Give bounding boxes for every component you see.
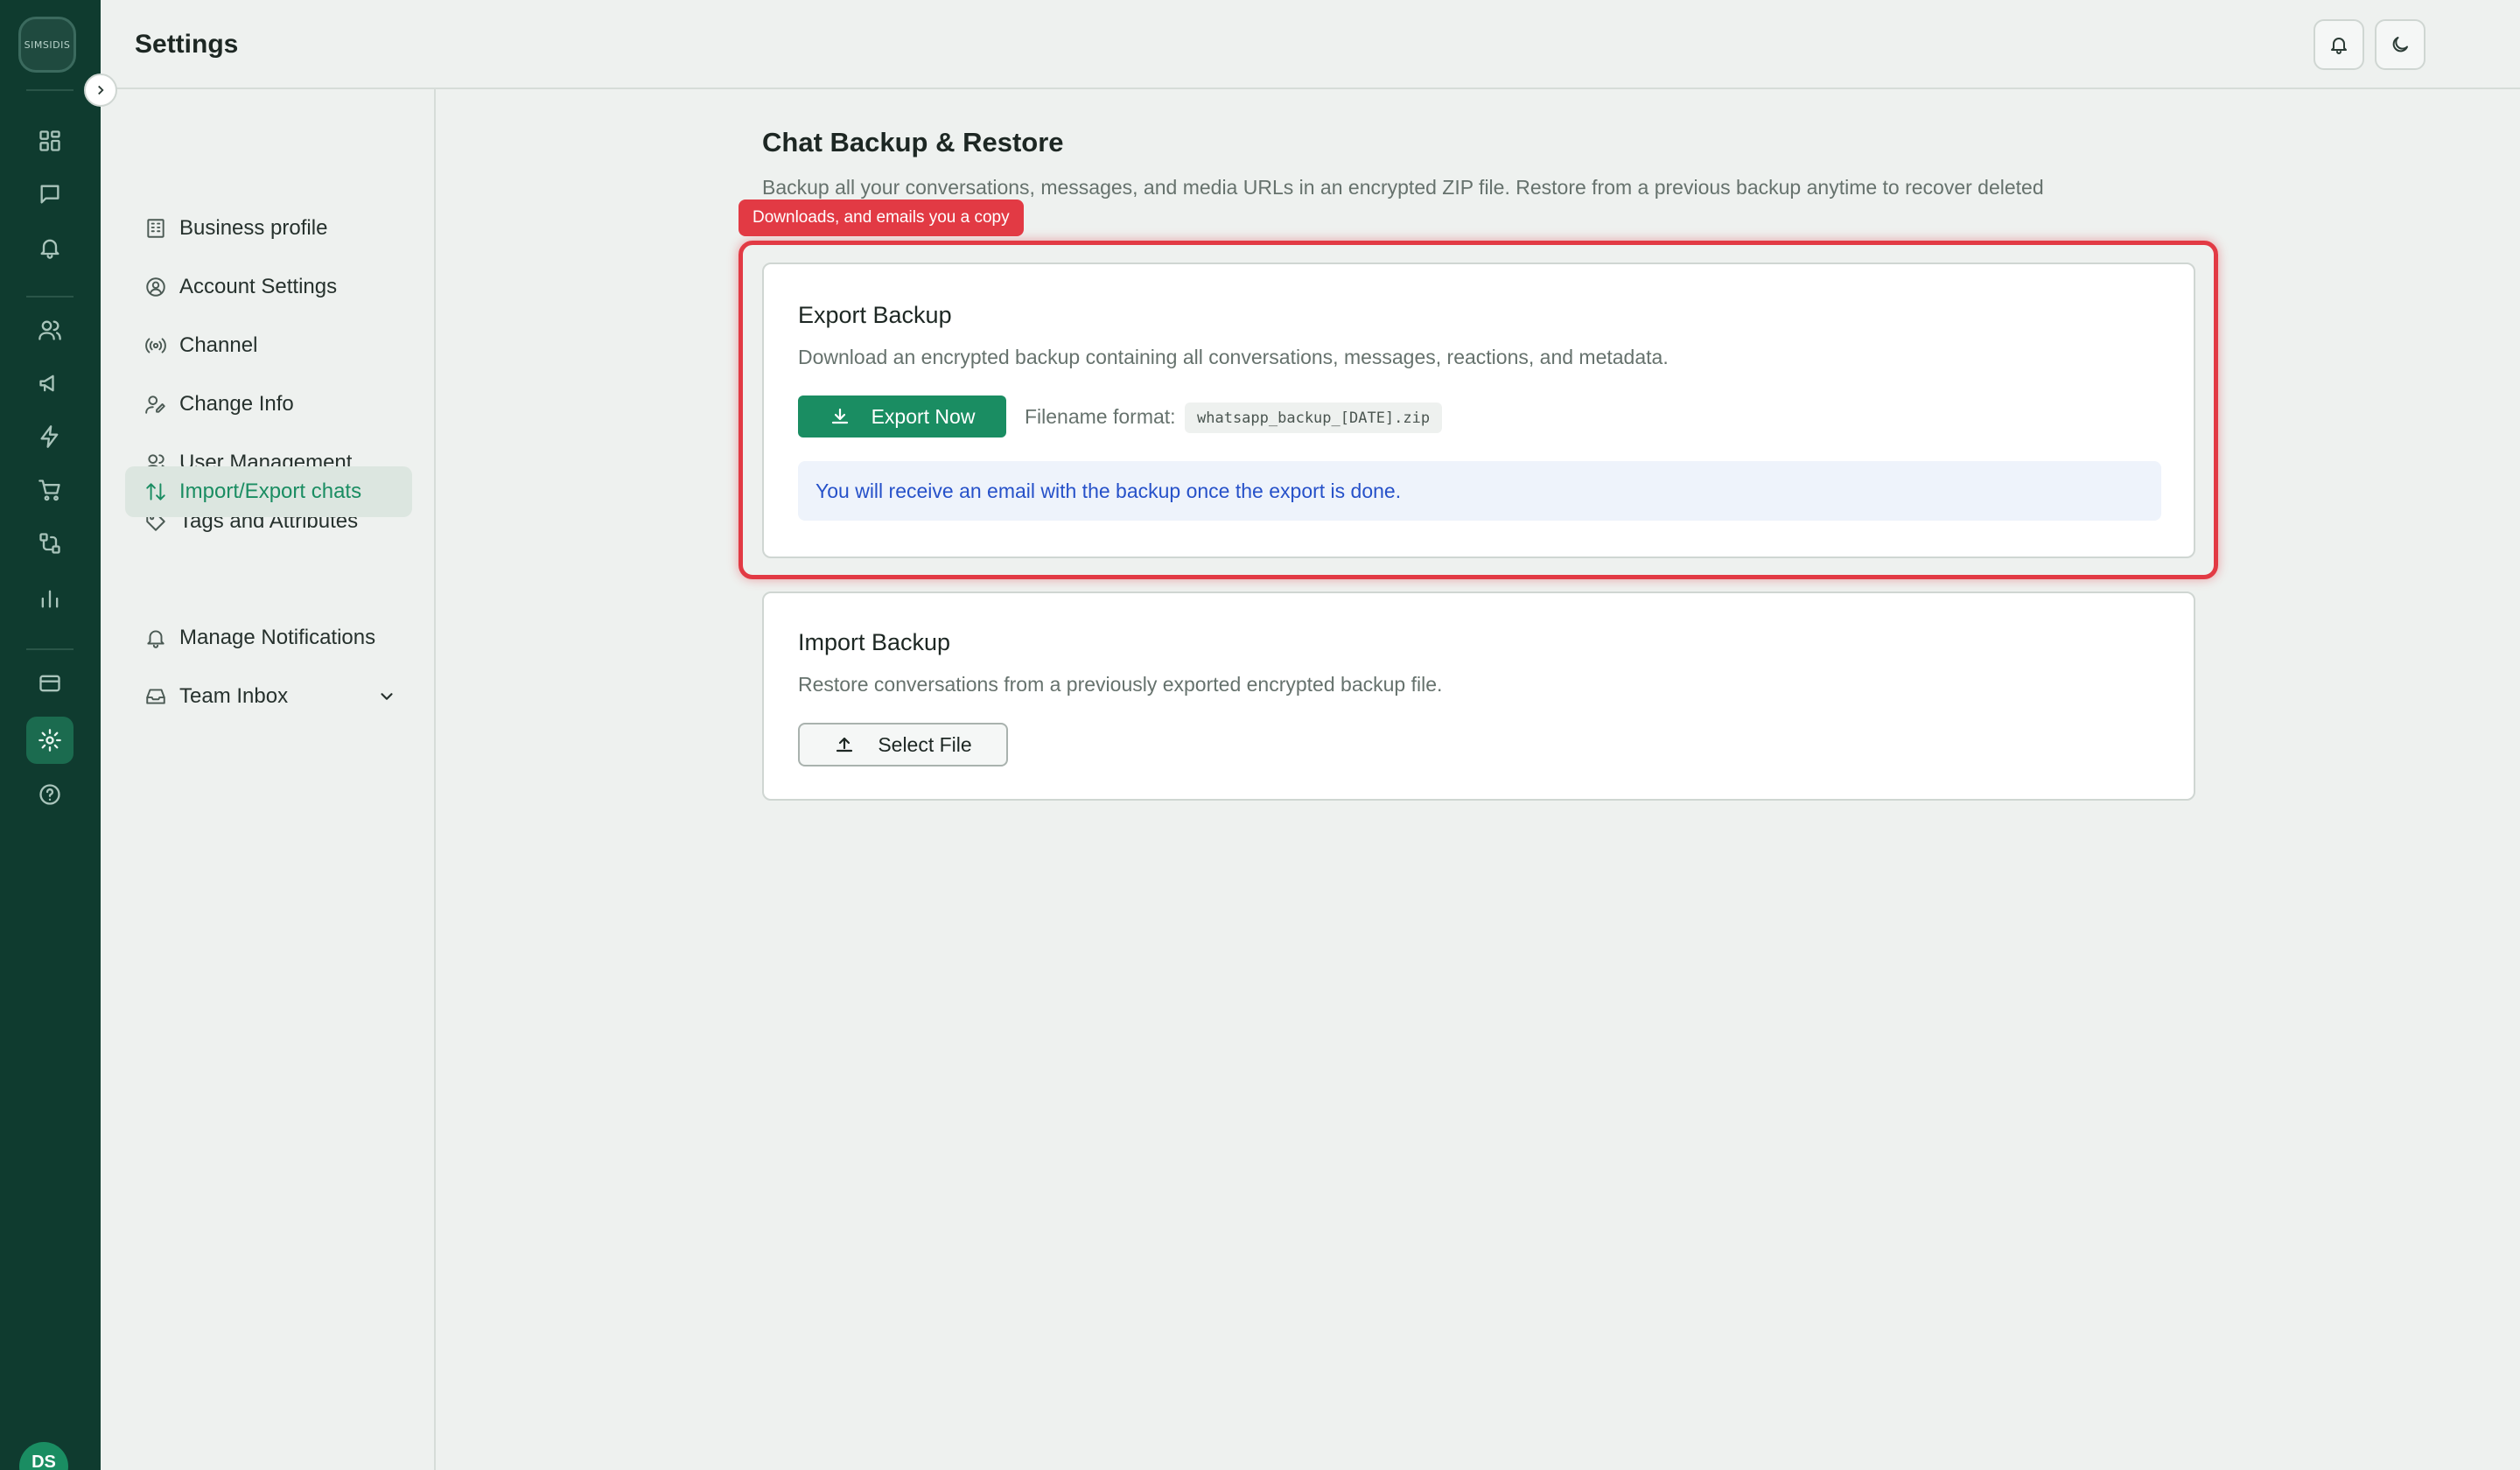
contacts-icon[interactable] bbox=[30, 310, 70, 350]
rail-divider bbox=[26, 648, 74, 650]
megaphone-icon[interactable] bbox=[30, 363, 70, 403]
page-title: Settings bbox=[135, 30, 239, 59]
chevron-right-icon bbox=[98, 85, 104, 95]
user-edit-icon bbox=[145, 396, 165, 414]
chat-icon[interactable] bbox=[30, 174, 70, 214]
sidebar-item-label: Import/Export chats bbox=[179, 480, 362, 503]
sidebar-item-label: Team Inbox bbox=[179, 684, 289, 708]
building-icon bbox=[147, 219, 164, 238]
bell-icon[interactable] bbox=[30, 228, 70, 268]
sidebar-item-label: Channel bbox=[179, 333, 258, 357]
theme-toggle-button[interactable] bbox=[2375, 19, 2426, 70]
lightning-icon[interactable] bbox=[30, 416, 70, 457]
chevron-down-icon[interactable] bbox=[377, 687, 396, 706]
billing-icon[interactable] bbox=[30, 663, 70, 704]
cart-icon[interactable] bbox=[30, 470, 70, 510]
sidebar-item-manage-notifications[interactable]: Manage Notifications bbox=[125, 612, 412, 663]
user-circle-icon bbox=[146, 277, 165, 297]
section-title: Chat Backup & Restore bbox=[762, 127, 1064, 158]
inbox-icon bbox=[146, 689, 165, 704]
sidebar-item-label: Business profile bbox=[179, 216, 328, 240]
notifications-button[interactable] bbox=[2314, 19, 2364, 70]
sidebar-item-account-settings[interactable]: Account Settings bbox=[125, 262, 412, 312]
user-avatar[interactable]: DS bbox=[19, 1442, 68, 1470]
highlight-box bbox=[738, 241, 2218, 579]
sidebar-item-channel[interactable]: Channel bbox=[125, 320, 412, 371]
arrows-up-down-icon bbox=[146, 483, 165, 500]
user-initials: DS bbox=[32, 1452, 56, 1470]
sidebar-item-business-profile[interactable]: Business profile bbox=[125, 203, 412, 254]
sidebar-collapse-button[interactable] bbox=[84, 74, 117, 107]
import-backup-description: Restore conversations from a previously … bbox=[798, 673, 1443, 696]
broadcast-icon bbox=[145, 338, 166, 354]
upload-icon bbox=[836, 737, 853, 752]
sidebar-item-team-inbox[interactable]: Team Inbox bbox=[125, 671, 412, 722]
highlight-tag: Downloads, and emails you a copy bbox=[738, 200, 1024, 236]
bell-icon bbox=[2331, 38, 2347, 54]
moon-icon bbox=[2392, 37, 2408, 52]
bell-icon bbox=[147, 630, 164, 648]
rail-divider bbox=[26, 89, 74, 91]
import-backup-title: Import Backup bbox=[798, 629, 951, 655]
select-file-button[interactable]: Select File bbox=[798, 723, 1008, 766]
analytics-icon[interactable] bbox=[30, 578, 70, 619]
section-description: Backup all your conversations, messages,… bbox=[762, 176, 2044, 199]
import-backup-card: Import Backup Restore conversations from… bbox=[762, 592, 2195, 801]
app-rail: SIMSIDIS DS bbox=[0, 0, 101, 1470]
help-icon[interactable] bbox=[30, 774, 70, 815]
settings-gear-icon[interactable] bbox=[26, 717, 74, 764]
dashboard-icon[interactable] bbox=[30, 121, 70, 161]
sidebar-item-label: Change Info bbox=[179, 392, 294, 416]
logo-text: SIMSIDIS bbox=[24, 38, 71, 51]
sidebar-item-label: Manage Notifications bbox=[179, 626, 376, 649]
flow-icon[interactable] bbox=[30, 523, 70, 564]
sidebar-item-import-export-chats[interactable]: Import/Export chats bbox=[125, 466, 412, 517]
top-header: Settings bbox=[101, 0, 2520, 89]
sidebar-item-change-info[interactable]: Change Info bbox=[125, 379, 412, 430]
settings-sidebar: Business profile Account Settings Channe… bbox=[101, 89, 436, 1470]
select-file-label: Select File bbox=[878, 732, 972, 756]
sidebar-item-label: Account Settings bbox=[179, 275, 338, 298]
rail-divider bbox=[26, 296, 74, 298]
app-logo[interactable]: SIMSIDIS bbox=[18, 17, 76, 73]
